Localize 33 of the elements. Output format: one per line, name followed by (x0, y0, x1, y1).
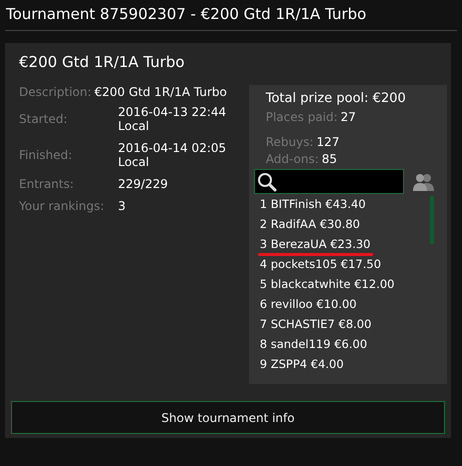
stat-label: Places paid: (266, 110, 338, 124)
window-title: Tournament 875902307 - €200 Gtd 1R/1A Turbo (5, 4, 368, 25)
stat-label: Add-ons: (266, 152, 319, 166)
ranking-entry[interactable]: 3 BerezaUA €23.30 (260, 237, 370, 251)
detail-value: 2016-04-14 02:05 Local (118, 141, 228, 169)
stat-value: 27 (340, 110, 356, 124)
detail-label: Description: (19, 85, 92, 99)
show-info-button[interactable]: Show tournament info (11, 401, 445, 434)
ranking-entry[interactable]: 5 blackcatwhite €12.00 (260, 277, 394, 291)
ranking-entry[interactable]: 7 SCHASTIE7 €8.00 (260, 317, 372, 331)
players-icon[interactable] (412, 172, 434, 190)
prize-pool-text: Total prize pool: €200 (266, 91, 407, 106)
detail-label: Started: (19, 112, 68, 126)
ranking-entry[interactable]: 6 revilloo €10.00 (260, 297, 357, 311)
ranking-entry[interactable]: 2 RadifAA €30.80 (260, 217, 360, 231)
ranking-entry[interactable]: 4 pockets105 €17.50 (260, 257, 382, 271)
detail-label: Your rankings: (19, 199, 106, 213)
detail-value: €200 Gtd 1R/1A Turbo (94, 85, 227, 99)
search-field[interactable] (254, 169, 404, 194)
search-icon (256, 172, 277, 192)
ranking-entry[interactable]: 9 ZSPP4 €4.00 (260, 357, 344, 371)
stat-value: 127 (316, 135, 340, 149)
ranking-entry[interactable]: 8 sandel119 €6.00 (260, 337, 368, 351)
detail-value: 2016-04-13 22:44 Local (118, 105, 228, 133)
stat-label: Rebuys: (266, 135, 314, 149)
ranking-entry[interactable]: 1 BITFinish €43.40 (260, 197, 366, 211)
detail-value: 3 (118, 199, 127, 213)
detail-value: 229/229 (118, 177, 169, 191)
stat-value: 85 (322, 152, 338, 166)
detail-label: Entrants: (19, 177, 75, 191)
card-title: €200 Gtd 1R/1A Turbo (19, 53, 186, 71)
scrollbar[interactable] (430, 196, 434, 244)
detail-label: Finished: (19, 148, 74, 162)
